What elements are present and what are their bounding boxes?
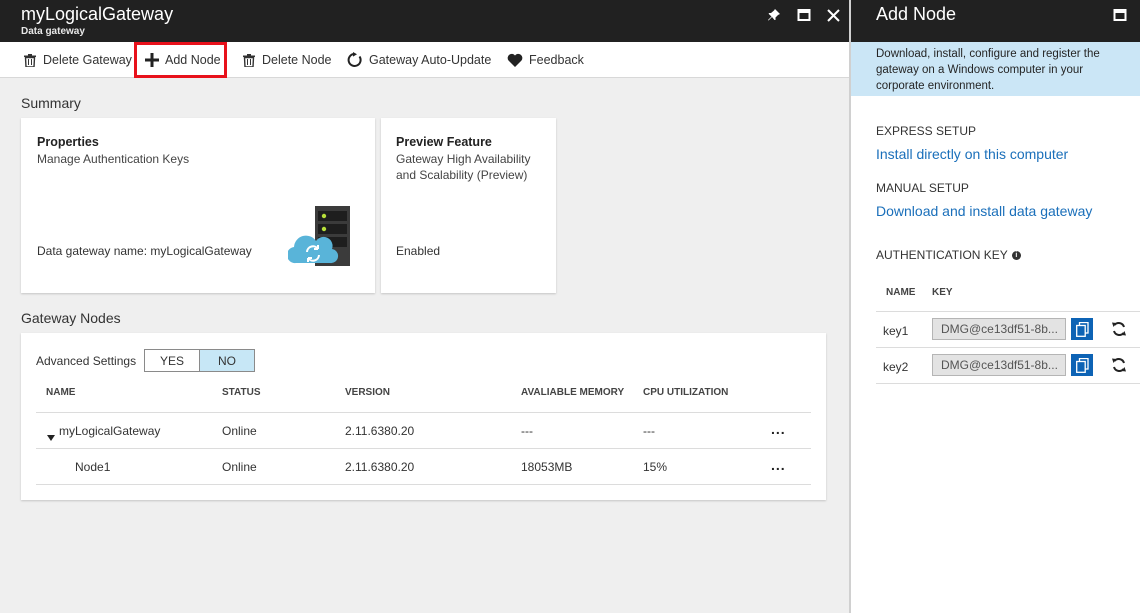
- more-options-icon[interactable]: ...: [771, 457, 786, 473]
- add-node-blade: Add Node Download, install, configure an…: [851, 0, 1140, 613]
- col-header-status[interactable]: STATUS: [222, 387, 261, 398]
- node-status: Online: [222, 424, 257, 438]
- col-header-version[interactable]: VERSION: [345, 387, 390, 398]
- install-directly-link[interactable]: Install directly on this computer: [876, 146, 1068, 162]
- copy-icon: [1075, 357, 1089, 373]
- delete-gateway-label: Delete Gateway: [43, 53, 132, 67]
- gateway-name-text: Data gateway name: myLogicalGateway: [37, 244, 252, 258]
- copy-key-button[interactable]: [1071, 354, 1093, 376]
- gateway-titlebar: myLogicalGateway Data gateway: [0, 0, 849, 42]
- gateway-nodes-panel: Advanced Settings YES NO NAME STATUS VER…: [21, 333, 826, 500]
- gateway-nodes-title: Gateway Nodes: [21, 310, 121, 326]
- blade-title: myLogicalGateway: [21, 4, 174, 24]
- gateway-server-icon: [286, 205, 352, 267]
- gateway-blade: myLogicalGateway Data gateway Delete Gat…: [0, 0, 849, 613]
- maximize-icon[interactable]: [793, 4, 815, 26]
- node-memory: ---: [521, 424, 533, 438]
- node-cpu: 15%: [643, 460, 668, 474]
- row-divider: [36, 484, 811, 485]
- auto-update-label: Gateway Auto-Update: [369, 53, 492, 67]
- row-divider: [36, 448, 811, 449]
- pin-icon[interactable]: [763, 4, 785, 26]
- add-node-label: Add Node: [165, 53, 221, 67]
- key-value-field[interactable]: DMG@ce13df51-8b...: [932, 318, 1066, 340]
- regenerate-key-icon[interactable]: [1109, 319, 1129, 339]
- add-node-titlebar: Add Node: [851, 0, 1140, 42]
- command-bar: Delete Gateway Add Node Delete Node Gate…: [0, 42, 849, 78]
- col-header-memory[interactable]: AVALIABLE MEMORY: [521, 387, 624, 398]
- more-options-icon[interactable]: ...: [771, 421, 786, 437]
- col-header-cpu[interactable]: CPU UTILIZATION: [643, 387, 728, 398]
- auth-key-label: AUTHENTICATION KEY: [876, 248, 1008, 262]
- copy-key-button[interactable]: [1071, 318, 1093, 340]
- feedback-label: Feedback: [529, 53, 584, 67]
- preview-card-title: Preview Feature: [396, 135, 492, 149]
- key-value-field[interactable]: DMG@ce13df51-8b...: [932, 354, 1066, 376]
- header-divider: [36, 412, 811, 413]
- manual-setup-label: MANUAL SETUP: [876, 181, 969, 195]
- plus-icon: [145, 53, 159, 67]
- add-node-title: Add Node: [876, 4, 957, 24]
- info-banner: Download, install, configure and registe…: [851, 42, 1140, 96]
- key-name: key2: [883, 360, 909, 374]
- key-header-divider: [876, 311, 1140, 312]
- maximize-icon[interactable]: [1109, 4, 1131, 26]
- preview-card-subtitle: Gateway High Availability and Scalabilit…: [396, 152, 531, 182]
- add-node-button[interactable]: Add Node: [134, 42, 227, 78]
- delete-node-label: Delete Node: [262, 53, 332, 67]
- properties-card-subtitle: Manage Authentication Keys: [37, 152, 190, 166]
- refresh-icon: [347, 52, 363, 68]
- advanced-yes-toggle[interactable]: YES: [144, 349, 200, 372]
- copy-icon: [1075, 321, 1089, 337]
- azure-portal: myLogicalGateway Data gateway Delete Gat…: [0, 0, 1140, 613]
- feedback-button[interactable]: Feedback: [507, 42, 584, 78]
- info-icon[interactable]: i: [1011, 250, 1021, 260]
- key-row-divider: [876, 347, 1140, 348]
- node-memory: 18053MB: [521, 460, 573, 474]
- preview-status-text: Enabled: [396, 244, 441, 258]
- node-version: 2.11.6380.20: [345, 424, 415, 438]
- key-col-header-name: NAME: [886, 287, 916, 298]
- close-icon[interactable]: [822, 4, 844, 26]
- properties-card-title: Properties: [37, 135, 99, 149]
- preview-feature-card[interactable]: Preview Feature Gateway High Availabilit…: [381, 118, 556, 293]
- regenerate-key-icon[interactable]: [1109, 355, 1129, 375]
- auto-update-button[interactable]: Gateway Auto-Update: [347, 42, 491, 78]
- summary-title: Summary: [21, 95, 81, 111]
- delete-gateway-button[interactable]: Delete Gateway: [23, 42, 132, 78]
- node-name: Node1: [75, 460, 111, 474]
- node-cpu: ---: [643, 424, 655, 438]
- key-col-header-key: KEY: [932, 287, 953, 298]
- trash-icon: [23, 53, 37, 67]
- expand-caret-icon[interactable]: [47, 428, 55, 441]
- node-version: 2.11.6380.20: [345, 460, 415, 474]
- node-status: Online: [222, 460, 257, 474]
- blade-subtitle: Data gateway: [21, 26, 85, 37]
- advanced-no-toggle[interactable]: NO: [199, 349, 255, 372]
- properties-card[interactable]: Properties Manage Authentication Keys Da…: [21, 118, 375, 293]
- delete-node-button[interactable]: Delete Node: [242, 42, 332, 78]
- key-row-divider: [876, 383, 1140, 384]
- download-gateway-link[interactable]: Download and install data gateway: [876, 203, 1092, 219]
- trash-icon: [242, 53, 256, 67]
- auth-key-header: AUTHENTICATION KEY i: [876, 248, 1021, 262]
- heart-icon: [507, 53, 523, 67]
- key-name: key1: [883, 324, 909, 338]
- col-header-name[interactable]: NAME: [46, 387, 75, 398]
- node-name: myLogicalGateway: [59, 424, 161, 438]
- advanced-settings-label: Advanced Settings: [36, 354, 137, 368]
- express-setup-label: EXPRESS SETUP: [876, 124, 977, 138]
